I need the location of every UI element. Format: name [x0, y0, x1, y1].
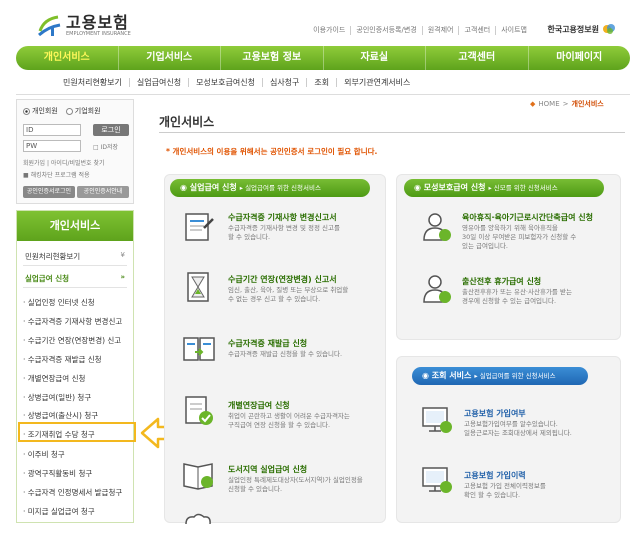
item-desc: 취업이 곤란하고 생활이 어려운 수급자격자는구직급여 연장 신청을 할 수 있… — [228, 412, 398, 430]
item-individual-extension-title[interactable]: 개별연장급여 신청 — [228, 400, 290, 411]
section-inquiry-header: ◉ 조회 서비스▸ 실업급여를 위한 신청서비스 — [412, 367, 588, 385]
sidebar: 개인서비스 민원처리현황보기 ¥ 실업급여 신청 » · 실업인정 인터넷 신청… — [16, 210, 134, 523]
item-desc: 영유아를 양육하기 위해 육아휴직을30일 이상 부여받은 피보험자가 신청할 … — [462, 224, 630, 251]
hourglass-icon — [180, 270, 216, 304]
id-save-checkbox[interactable]: □ ID저장 — [93, 142, 118, 151]
chevron-right-icon: » — [120, 273, 125, 281]
subnav-status[interactable]: 민원처리현황보기 — [56, 78, 130, 87]
gnb-customer[interactable]: 고객센터 — [425, 46, 528, 70]
cert-login-button[interactable]: 공인인증서로그인 — [23, 186, 75, 198]
breadcrumb-home[interactable]: HOME — [538, 100, 559, 108]
item-enrollment-status-title[interactable]: 고용보험 가입여부 — [464, 408, 526, 419]
org-emblem-icon — [602, 22, 616, 36]
item-extension-title[interactable]: 수급기간 연장(연장변경) 신고서 — [228, 274, 337, 285]
sidebar-subitem[interactable]: · 미지급 실업급여 청구 — [23, 506, 95, 517]
subnav-maternity[interactable]: 모성보호급여신청 — [189, 78, 263, 87]
secure-checkbox[interactable]: ■ 해킹차단 프로그램 적용 — [23, 170, 90, 179]
item-desc: 출산전후휴가 또는 유산·사산휴가를 받는경우에 신청할 수 있는 급여입니다. — [462, 288, 630, 306]
breadcrumb-current: 개인서비스 — [572, 99, 604, 109]
sidebar-item-status[interactable]: 민원처리현황보기 — [25, 251, 80, 262]
link-cert[interactable]: 공인인증서등록/변경 — [351, 26, 422, 35]
sidebar-subitem[interactable]: · 수급기간 연장(연장변경) 신고 — [23, 335, 121, 346]
org-name: 한국고용정보원 — [547, 24, 599, 35]
cert-guide-button[interactable]: 공인인증서안내 — [77, 186, 129, 198]
notice-text: * 개인서비스의 이용을 위해서는 공인인증서 로그인이 필요 합니다. — [166, 146, 377, 157]
cloud-icon — [180, 512, 216, 546]
sidebar-title: 개인서비스 — [17, 211, 133, 241]
highlight-box — [18, 422, 136, 442]
item-desc: 수급자격증 재발급 신청을 할 수 있습니다. — [228, 350, 398, 359]
sidebar-subitem[interactable]: · 실업인정 인터넷 신청 — [23, 297, 95, 308]
link-sitemap[interactable]: 사이트맵 — [496, 26, 532, 35]
login-button[interactable]: 로그인 — [93, 124, 129, 136]
item-change-report-title[interactable]: 수급자격증 기재사항 변경신고서 — [228, 212, 337, 223]
link-customer[interactable]: 고객센터 — [459, 26, 496, 35]
subnav-review[interactable]: 심사청구 — [263, 78, 307, 87]
item-desc: 수급자격증 기재사항 변경 및 정정 신고를할 수 있습니다. — [228, 224, 398, 242]
document-edit-icon — [180, 210, 216, 244]
sidebar-subitem[interactable]: · 이주비 청구 — [23, 449, 65, 460]
person-icon — [418, 210, 454, 244]
subnav-unemployment[interactable]: 실업급여신청 — [130, 78, 189, 87]
sidebar-subitem[interactable]: · 수급자격증 기재사항 변경신고 — [23, 316, 122, 327]
link-guide[interactable]: 이용가이드 — [308, 26, 351, 35]
utility-links: 이용가이드 공인인증서등록/변경 원격제어 고객센터 사이트맵 — [308, 26, 532, 35]
item-desc: 고용보험가입여부를 알수있습니다.일용근로자는 조회대상에서 제외됩니다. — [464, 420, 630, 438]
account-links[interactable]: 회원가입 | 아이디/비밀번호 찾기 — [23, 158, 105, 167]
radio-company[interactable]: 기업회원 — [66, 106, 101, 116]
sidebar-subitem[interactable]: · 수급자격증 재발급 신청 — [23, 354, 102, 365]
gnb-mypage[interactable]: 마이페이지 — [528, 46, 630, 70]
radio-personal[interactable]: 개인회원 — [23, 106, 58, 116]
sidebar-subitem[interactable]: · 상병급여(일반) 청구 — [23, 392, 91, 403]
sidebar-subitem[interactable]: · 수급자격 인정명세서 발급청구 — [23, 487, 122, 498]
breadcrumb: ◆ HOME > 개인서비스 — [530, 99, 604, 109]
monitor-icon — [418, 402, 454, 436]
person-icon — [418, 272, 454, 306]
section-unemployment-header: ◉ 실업급여 신청▸ 실업급여를 위한 신청서비스 — [170, 179, 370, 197]
id-field[interactable]: ID — [23, 124, 81, 136]
link-remote[interactable]: 원격제어 — [423, 26, 460, 35]
subnav-inquiry[interactable]: 조회 — [307, 78, 337, 87]
divider — [23, 287, 127, 288]
section-maternity — [396, 174, 621, 340]
item-island-title[interactable]: 도서지역 실업급여 신청 — [228, 464, 307, 475]
logo-text: 고용보험 — [66, 15, 131, 31]
item-desc: 실업인정 특례제도대상자(도서지역)가 실업인정을신청할 수 있습니다. — [228, 476, 398, 494]
divider — [159, 132, 625, 133]
document-copy-icon — [180, 332, 216, 366]
sidebar-item-unemployment[interactable]: 실업급여 신청 — [25, 273, 69, 284]
main-nav: 개인서비스 기업서비스 고용보험 정보 자료실 고객센터 마이페이지 — [16, 46, 630, 70]
password-field[interactable]: PW — [23, 140, 81, 152]
page-title: 개인서비스 — [159, 113, 214, 130]
login-box: 개인회원 기업회원 ID PW 로그인 □ ID저장 회원가입 | 아이디/비밀… — [16, 99, 134, 204]
item-enrollment-history-title[interactable]: 고용보험 가입이력 — [464, 470, 526, 481]
item-maternity-leave-title[interactable]: 출산전후 휴가급여 신청 — [462, 276, 541, 287]
chevron-down-icon: ¥ — [121, 251, 125, 259]
org-logo[interactable]: 한국고용정보원 — [547, 22, 616, 36]
site-logo[interactable]: 고용보험 EMPLOYMENT INSURANCE — [36, 12, 131, 40]
logo-mark-icon — [36, 13, 62, 39]
subnav-external[interactable]: 외부기관연계서비스 — [337, 78, 417, 87]
document-check-icon — [180, 394, 216, 428]
home-icon: ◆ — [530, 100, 535, 108]
logo-subtext: EMPLOYMENT INSURANCE — [66, 31, 131, 38]
item-reissue-title[interactable]: 수급자격증 재발급 신청 — [228, 338, 307, 349]
sub-nav: 민원처리현황보기 실업급여신청 모성보호급여신청 심사청구 조회 외부기관연계서… — [56, 72, 417, 92]
section-maternity-header: ◉ 모성보호급여 신청▸ 신모를 위한 신청서비스 — [404, 179, 604, 197]
gnb-insurance-info[interactable]: 고용보험 정보 — [220, 46, 323, 70]
item-desc: 임신, 출산, 육아, 질병 또는 부상으로 취업할수 없는 경우 신고 할 수… — [228, 286, 398, 304]
gnb-personal[interactable]: 개인서비스 — [16, 46, 118, 70]
monitor-icon — [418, 462, 454, 496]
item-desc: 고용보험 가입 전체이력정보를확인 할 수 있습니다. — [464, 482, 630, 500]
sidebar-subitem[interactable]: · 상병급여(출산시) 청구 — [23, 410, 98, 421]
divider — [16, 94, 630, 95]
divider — [23, 265, 127, 266]
gnb-company[interactable]: 기업서비스 — [118, 46, 221, 70]
book-icon — [180, 458, 216, 492]
sidebar-subitem[interactable]: · 광역구직활동비 청구 — [23, 468, 92, 479]
item-parental-leave-title[interactable]: 육아휴직·육아기근로시간단축급여 신청 — [462, 212, 593, 223]
sidebar-subitem[interactable]: · 개별연장급여 신청 — [23, 373, 85, 384]
gnb-resources[interactable]: 자료실 — [323, 46, 426, 70]
